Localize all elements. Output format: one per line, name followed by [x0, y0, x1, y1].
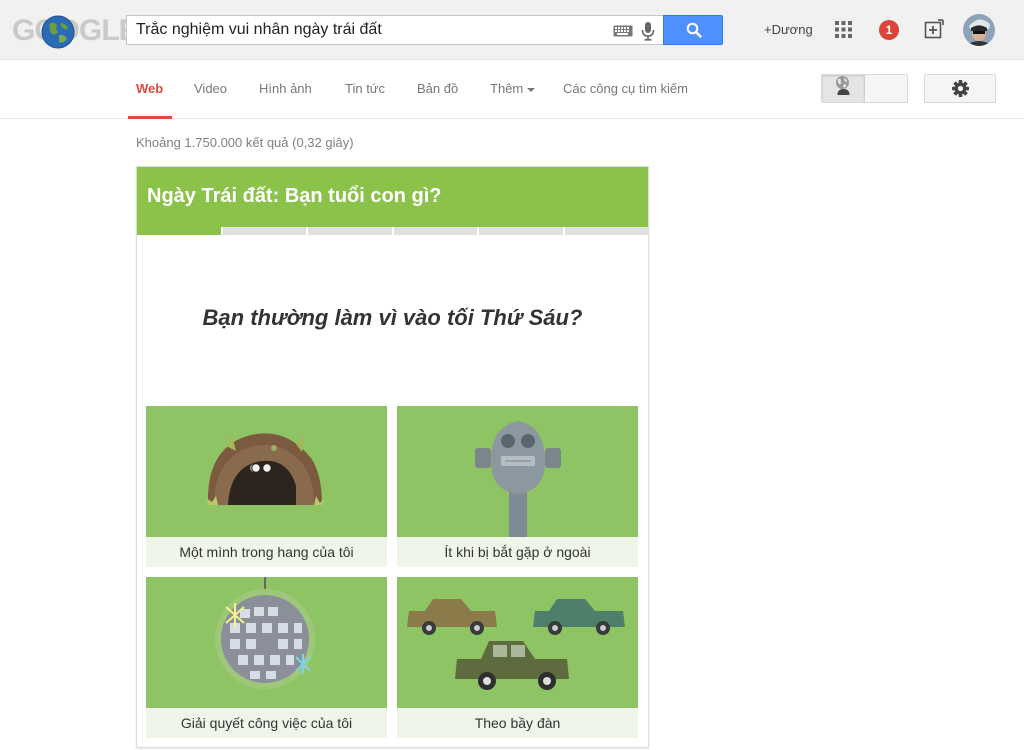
traffic-cars-illustration — [407, 599, 625, 690]
answer-label: Giải quyết công việc của tôi — [146, 708, 387, 738]
globe-icon — [836, 76, 849, 89]
search-box[interactable] — [126, 15, 663, 45]
tab-web[interactable]: Web — [136, 81, 163, 96]
notification-badge[interactable]: 1 — [879, 20, 899, 40]
answer-option-disco-ball[interactable]: Giải quyết công việc của tôi — [146, 577, 387, 738]
search-icon — [686, 22, 702, 38]
tab-images[interactable]: Hình ảnh — [259, 81, 312, 96]
search-tabs-bar: Web Video Hình ảnh Tin tức Bản đồ Thêm C… — [0, 60, 1024, 119]
progress-segment — [564, 227, 648, 235]
microphone-icon[interactable] — [641, 21, 655, 41]
quiz-title: Ngày Trái đất: Bạn tuổi con gì? — [147, 185, 442, 207]
earth-globe-icon — [41, 15, 75, 49]
tab-search-tools[interactable]: Các công cụ tìm kiếm — [563, 81, 688, 96]
gear-icon — [952, 80, 969, 97]
progress-segment — [222, 227, 306, 235]
search-button[interactable] — [663, 15, 723, 45]
share-plus-icon[interactable] — [924, 19, 944, 39]
answer-label: Một mình trong hang của tôi — [146, 537, 387, 567]
user-profile-link[interactable]: +Dương — [764, 22, 813, 37]
progress-segment — [393, 227, 477, 235]
google-logo[interactable]: GOOGLE — [12, 14, 139, 49]
disco-ball-illustration — [215, 577, 315, 689]
quiz-header: Ngày Trái đất: Bạn tuổi con gì? — [137, 167, 648, 227]
tab-more[interactable]: Thêm — [490, 81, 536, 96]
tab-video[interactable]: Video — [194, 81, 227, 96]
result-stats: Khoảng 1.750.000 kết quả (0,32 giây) — [136, 135, 354, 150]
chevron-down-icon — [527, 87, 536, 92]
progress-segment — [479, 227, 563, 235]
active-tab-indicator — [128, 116, 172, 119]
user-avatar-image — [963, 14, 995, 46]
top-bar: GOOGLE +Dươ — [0, 0, 1024, 60]
avatar[interactable] — [963, 14, 995, 46]
progress-segment — [137, 227, 221, 235]
answer-option-cave[interactable]: Một mình trong hang của tôi — [146, 406, 387, 567]
answer-option-binoculars[interactable]: Ít khi bị bắt gặp ở ngoài — [397, 406, 638, 567]
answer-option-herd-cars[interactable]: Theo bầy đàn — [397, 577, 638, 738]
personal-results-toggle — [821, 74, 908, 103]
apps-grid-icon[interactable] — [835, 21, 852, 38]
answer-label: Ít khi bị bắt gặp ở ngoài — [397, 537, 638, 567]
tab-more-label: Thêm — [490, 81, 524, 96]
settings-button[interactable] — [924, 74, 996, 103]
earth-day-quiz-card: Ngày Trái đất: Bạn tuổi con gì? Bạn thườ… — [136, 166, 649, 748]
answer-label: Theo bầy đàn — [397, 708, 638, 738]
cave-illustration — [206, 433, 324, 505]
progress-segment — [308, 227, 392, 235]
tab-maps[interactable]: Bản đồ — [417, 81, 458, 96]
search-input[interactable] — [136, 20, 606, 40]
quiz-progress-bar — [137, 227, 648, 235]
keyboard-icon[interactable] — [613, 25, 633, 37]
binocular-viewer-illustration — [475, 421, 561, 537]
quiz-question: Bạn thường làm vì vào tối Thứ Sáu? — [202, 305, 583, 330]
tab-news[interactable]: Tin tức — [345, 81, 385, 96]
